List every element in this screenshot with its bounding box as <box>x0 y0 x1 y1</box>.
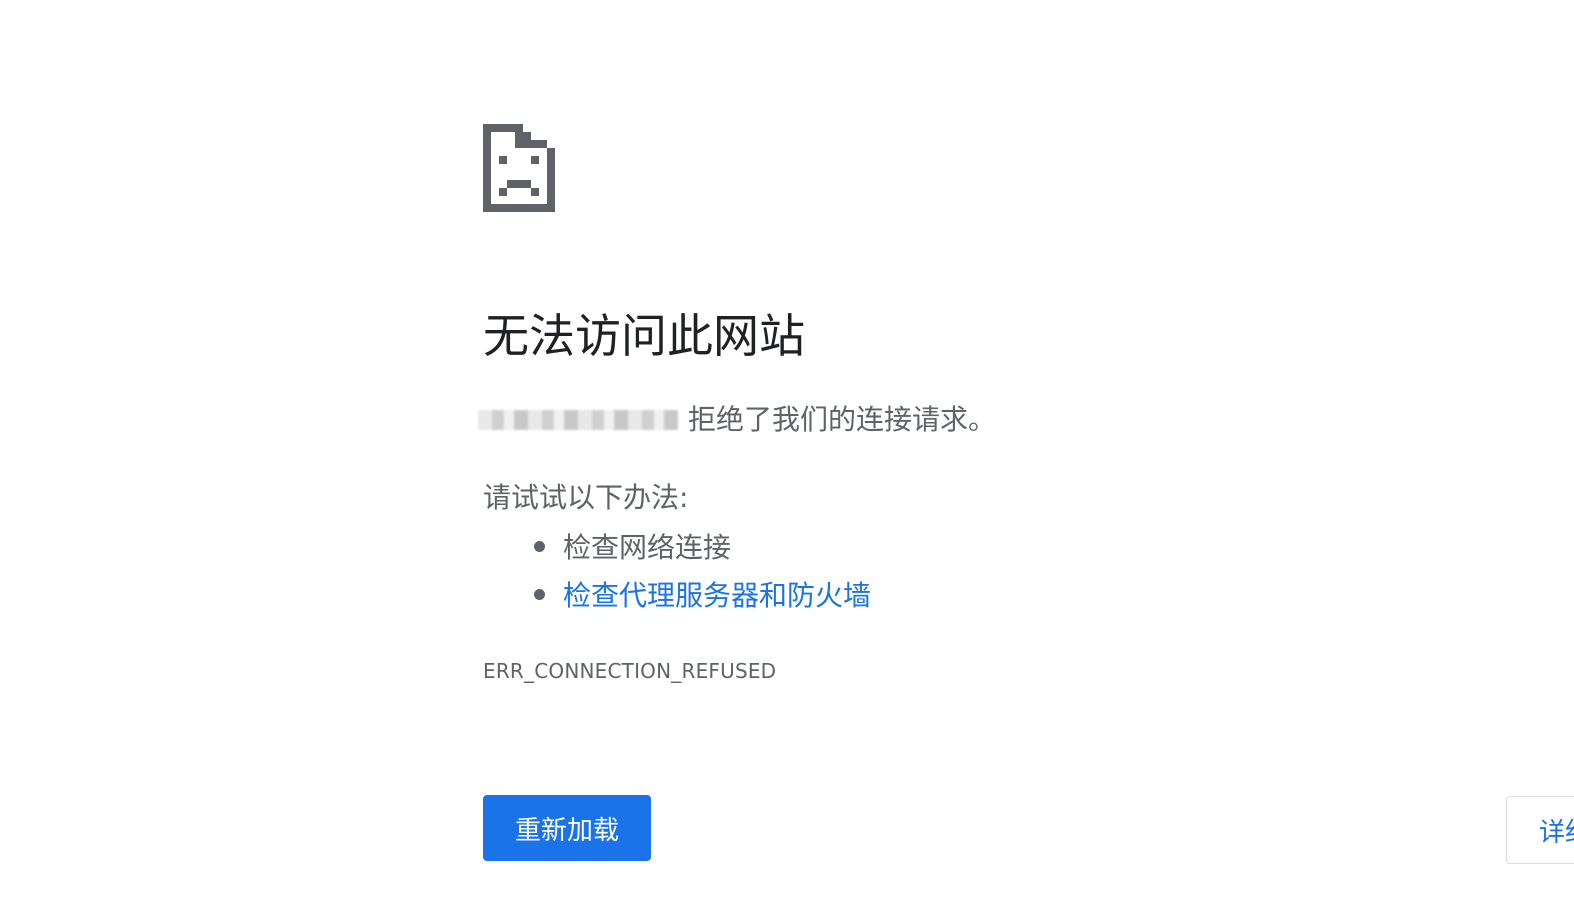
error-code: ERR_CONNECTION_REFUSED <box>483 659 777 683</box>
suggestions-list: 检查网络连接 检查代理服务器和防火墙 <box>533 524 871 620</box>
page-title: 无法访问此网站 <box>483 309 805 363</box>
list-item: 检查代理服务器和防火墙 <box>533 572 871 620</box>
bullet-icon <box>534 589 545 600</box>
error-page: 无法访问此网站 拒绝了我们的连接请求。 请试试以下办法: 检查网络连接 检查代理… <box>0 0 1574 908</box>
suggestion-check-proxy-link[interactable]: 检查代理服务器和防火墙 <box>563 579 871 612</box>
bullet-icon <box>534 541 545 552</box>
error-message: 拒绝了我们的连接请求。 <box>478 400 996 440</box>
reload-button[interactable]: 重新加载 <box>483 795 651 861</box>
suggestions-heading: 请试试以下办法: <box>483 481 689 514</box>
error-message-text: 拒绝了我们的连接请求。 <box>688 403 997 436</box>
sad-page-icon <box>483 124 555 212</box>
details-button[interactable]: 详细信息 <box>1506 796 1574 864</box>
suggestion-check-network: 检查网络连接 <box>563 531 732 564</box>
redacted-host <box>478 410 678 430</box>
list-item: 检查网络连接 <box>533 524 871 572</box>
